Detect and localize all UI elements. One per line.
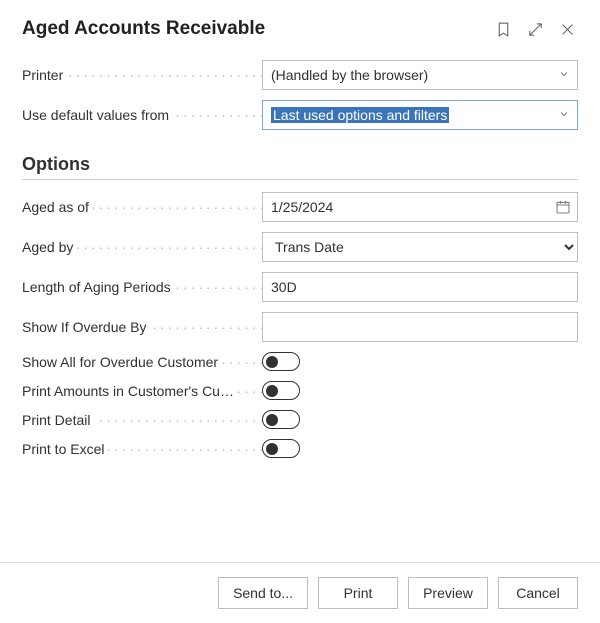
length-periods-input[interactable] [262,272,578,302]
aged-as-of-input[interactable] [262,192,578,222]
print-detail-label: Print Detail [22,412,262,428]
print-to-excel-label: Print to Excel [22,441,262,457]
defaults-from-select-value: Last used options and filters [271,107,449,123]
dialog-footer: Send to... Print Preview Cancel [0,562,600,623]
print-detail-toggle[interactable] [262,410,300,429]
chevron-down-icon [558,67,570,83]
dialog-header: Aged Accounts Receivable [0,0,600,50]
calendar-icon[interactable] [554,198,572,216]
print-button[interactable]: Print [318,577,398,609]
show-all-overdue-cust-toggle[interactable] [262,352,300,371]
printer-select[interactable]: (Handled by the browser) [262,60,578,90]
close-icon[interactable] [556,18,578,40]
print-amounts-cust-cu-toggle[interactable] [262,381,300,400]
show-all-overdue-cust-label: Show All for Overdue Customer [22,354,262,370]
toggle-knob [266,385,278,397]
expand-icon[interactable] [524,18,546,40]
show-if-overdue-label: Show If Overdue By [22,319,262,335]
print-to-excel-toggle[interactable] [262,439,300,458]
aged-as-of-label: Aged as of [22,199,262,215]
options-section-title: Options [22,154,578,175]
length-periods-label: Length of Aging Periods [22,279,262,295]
section-divider [22,179,578,180]
aged-by-select[interactable]: Trans Date [262,232,578,262]
dialog-body-scroll[interactable]: Printer (Handled by the browser) Use def… [0,50,600,562]
printer-label: Printer [22,67,262,83]
toggle-knob [266,414,278,426]
chevron-down-icon [558,107,570,123]
cancel-button[interactable]: Cancel [498,577,578,609]
dialog-aged-ar: Aged Accounts Receivable Printer (Handle… [0,0,600,623]
dialog-title: Aged Accounts Receivable [22,18,482,40]
preview-button[interactable]: Preview [408,577,488,609]
show-if-overdue-input[interactable] [262,312,578,342]
toggle-knob [266,356,278,368]
send-to-button[interactable]: Send to... [218,577,308,609]
aged-by-label: Aged by [22,239,262,255]
bookmark-icon[interactable] [492,18,514,40]
defaults-from-label: Use default values from [22,107,262,123]
defaults-from-select[interactable]: Last used options and filters [262,100,578,130]
print-amounts-cust-cu-label: Print Amounts in Customer's Cu… [22,383,262,399]
scroll-spacer [22,468,578,562]
printer-select-value: (Handled by the browser) [271,67,428,83]
toggle-knob [266,443,278,455]
